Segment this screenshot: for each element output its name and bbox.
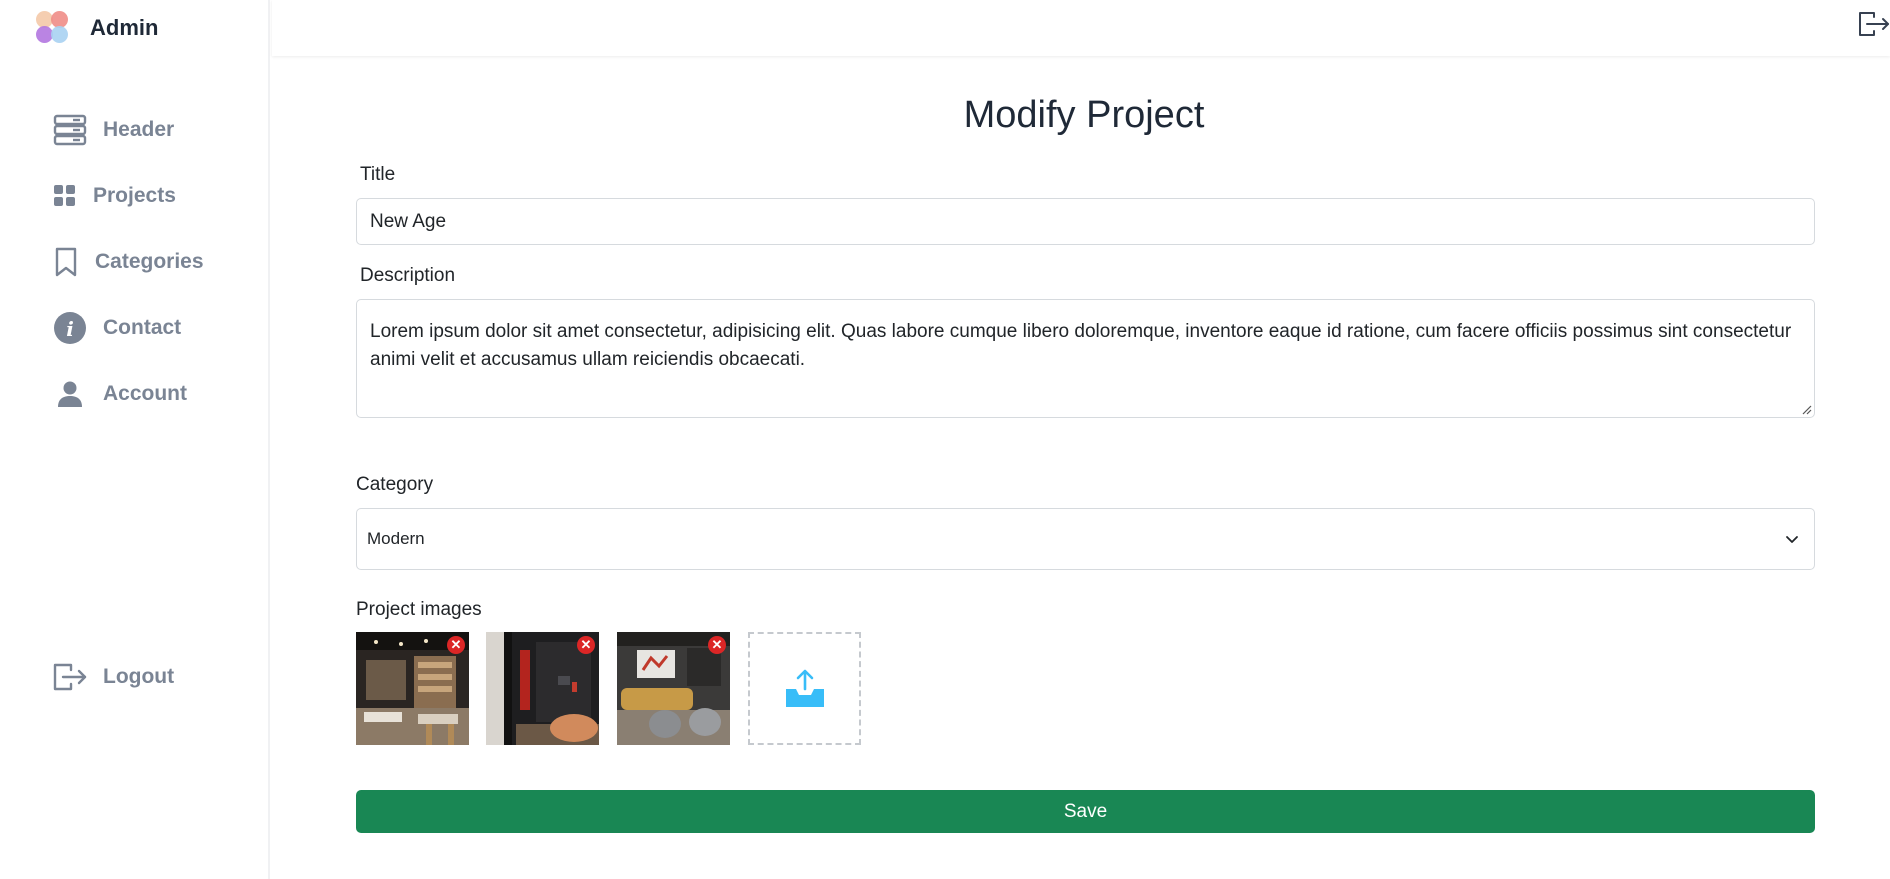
sidebar-item-label: Header xyxy=(103,118,175,141)
description-textarea[interactable]: Lorem ipsum dolor sit amet consectetur, … xyxy=(356,299,1815,418)
project-image[interactable]: ✕ xyxy=(486,632,599,745)
sidebar-item-contact[interactable]: i Contact xyxy=(53,308,181,348)
upload-icon xyxy=(785,669,824,707)
title-input[interactable]: New Age xyxy=(356,198,1815,245)
page-title: Modify Project xyxy=(963,94,1205,136)
category-select-value: Modern xyxy=(367,529,425,548)
remove-image-button[interactable]: ✕ xyxy=(577,636,595,654)
category-select[interactable]: Modern xyxy=(356,508,1815,570)
category-label: Category xyxy=(356,474,434,495)
sidebar-item-label: Contact xyxy=(103,316,182,339)
upload-image-button[interactable] xyxy=(748,632,861,745)
project-image[interactable]: ✕ xyxy=(617,632,730,745)
remove-image-button[interactable]: ✕ xyxy=(708,636,726,654)
logout-icon[interactable] xyxy=(1858,10,1890,40)
sidebar-item-projects[interactable]: Projects xyxy=(53,176,176,216)
sidebar-item-header[interactable]: Header xyxy=(53,110,174,150)
brand[interactable]: Admin xyxy=(36,11,158,45)
resize-grip-icon[interactable] xyxy=(1800,403,1812,415)
grid-icon xyxy=(53,179,77,213)
svg-text:i: i xyxy=(66,317,74,341)
logout-label: Logout xyxy=(103,665,175,688)
user-icon xyxy=(53,377,87,411)
remove-image-button[interactable]: ✕ xyxy=(447,636,465,654)
sidebar-item-label: Account xyxy=(103,382,187,405)
description-text: Lorem ipsum dolor sit amet consectetur, … xyxy=(370,321,1792,370)
bookmark-icon xyxy=(53,245,79,279)
sidebar-item-categories[interactable]: Categories xyxy=(53,242,204,282)
title-label: Title xyxy=(360,164,396,185)
topbar xyxy=(272,0,1890,56)
logout-icon xyxy=(53,660,87,694)
description-label: Description xyxy=(360,265,456,286)
petal-logo-icon xyxy=(36,11,70,45)
main-content: Modify Project Title New Age Description… xyxy=(272,56,1890,879)
logout-link[interactable]: Logout xyxy=(53,657,174,697)
server-stack-icon xyxy=(53,113,87,147)
images-label: Project images xyxy=(356,599,482,620)
sidebar: Admin Header Projects Categories i Conta… xyxy=(0,0,270,879)
sidebar-item-account[interactable]: Account xyxy=(53,374,187,414)
project-image[interactable]: ✕ xyxy=(356,632,469,745)
sidebar-item-label: Projects xyxy=(93,184,176,207)
brand-title: Admin xyxy=(90,15,159,40)
chevron-down-icon xyxy=(1786,536,1798,543)
sidebar-item-label: Categories xyxy=(95,250,204,273)
save-button[interactable]: Save xyxy=(356,790,1815,833)
info-icon: i xyxy=(53,311,87,345)
